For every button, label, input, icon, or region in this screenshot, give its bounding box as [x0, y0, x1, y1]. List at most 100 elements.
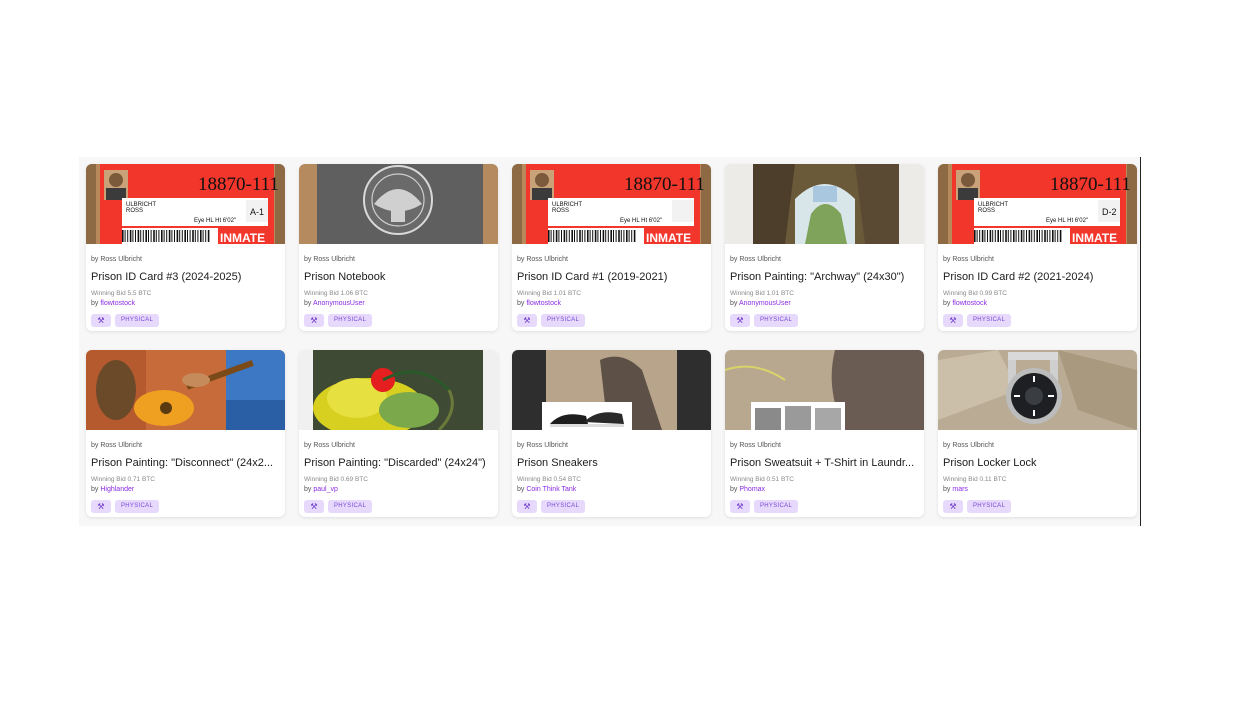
item-title[interactable]: Prison Sweatsuit + T-Shirt in Laundr...: [730, 456, 919, 470]
id-firstname: ROSS: [552, 208, 569, 214]
artist-name: by Ross Ulbricht: [91, 256, 142, 263]
item-title[interactable]: Prison ID Card #1 (2019-2021): [517, 270, 706, 284]
winning-bidder: by Highlander: [91, 485, 280, 494]
id-stamp: INMATE: [220, 231, 265, 244]
item-thumbnail[interactable]: [299, 350, 498, 430]
auction-card-5[interactable]: 18870-111 ULBRICHT ROSS Eye HL Ht 6'02" …: [938, 164, 1137, 331]
auction-card-10[interactable]: by Ross Ulbricht Prison Locker Lock Winn…: [938, 350, 1137, 517]
artist-name: by Ross Ulbricht: [943, 256, 994, 263]
physical-badge: PHYSICAL: [328, 500, 373, 513]
bidder-prefix: by: [730, 486, 738, 493]
item-title[interactable]: Prison Painting: "Disconnect" (24x2...: [91, 456, 280, 470]
physical-badge: PHYSICAL: [328, 314, 373, 327]
winning-bidder: by AnonymousUser: [730, 299, 919, 308]
winning-bid: Winning Bid 0.69 BTC: [304, 476, 368, 483]
physical-badge: PHYSICAL: [967, 314, 1012, 327]
physical-badge: PHYSICAL: [754, 314, 799, 327]
artist-name: by Ross Ulbricht: [517, 256, 568, 263]
id-firstname: ROSS: [978, 208, 995, 214]
winning-bidder: by AnonymousUser: [304, 299, 493, 308]
bidder-prefix: by: [730, 300, 738, 307]
id-code: D-2: [1102, 207, 1117, 217]
gavel-icon: ⚒: [730, 314, 750, 327]
physical-badge: PHYSICAL: [967, 500, 1012, 513]
bidder-prefix: by: [304, 486, 312, 493]
auction-card-9[interactable]: by Ross Ulbricht Prison Sweatsuit + T-Sh…: [725, 350, 924, 517]
id-firstname: ROSS: [126, 208, 143, 214]
item-thumbnail[interactable]: [86, 350, 285, 430]
bidder-prefix: by: [91, 300, 99, 307]
item-title[interactable]: Prison Painting: "Archway" (24x30"): [730, 270, 919, 284]
id-eye-height: Eye HL Ht 6'02": [1046, 218, 1088, 224]
id-code: A-1: [250, 207, 264, 217]
gavel-icon: ⚒: [91, 500, 111, 513]
item-title[interactable]: Prison Notebook: [304, 270, 493, 284]
bidder-prefix: by: [943, 300, 951, 307]
bidder-name-link[interactable]: Highlander: [100, 486, 134, 493]
bidder-prefix: by: [304, 300, 312, 307]
item-thumbnail[interactable]: [512, 350, 711, 430]
item-title[interactable]: Prison ID Card #3 (2024-2025): [91, 270, 280, 284]
gavel-icon: ⚒: [517, 314, 537, 327]
physical-badge: PHYSICAL: [115, 500, 160, 513]
item-thumbnail[interactable]: 18870-111 ULBRICHT ROSS Eye HL Ht 6'02" …: [86, 164, 285, 244]
bidder-name-link[interactable]: Phomax: [739, 486, 765, 493]
id-eye-height: Eye HL Ht 6'02": [194, 218, 236, 224]
id-number: 18870-111: [198, 174, 279, 195]
artist-name: by Ross Ulbricht: [304, 256, 355, 263]
item-title[interactable]: Prison Painting: "Discarded" (24x24"): [304, 456, 493, 470]
item-thumbnail[interactable]: 18870-111 ULBRICHT ROSS Eye HL Ht 6'02" …: [938, 164, 1137, 244]
gavel-icon: ⚒: [943, 314, 963, 327]
bidder-prefix: by: [517, 300, 525, 307]
auction-card-3[interactable]: 18870-111 ULBRICHT ROSS Eye HL Ht 6'02" …: [512, 164, 711, 331]
artist-name: by Ross Ulbricht: [730, 256, 781, 263]
item-title[interactable]: Prison Sneakers: [517, 456, 706, 470]
winning-bid: Winning Bid 0.54 BTC: [517, 476, 581, 483]
auction-card-7[interactable]: by Ross Ulbricht Prison Painting: "Disca…: [299, 350, 498, 517]
item-thumbnail[interactable]: [725, 350, 924, 430]
auction-card-1[interactable]: 18870-111 ULBRICHT ROSS Eye HL Ht 6'02" …: [86, 164, 285, 331]
winning-bidder: by flowtostock: [943, 299, 1132, 308]
winning-bid: Winning Bid 1.01 BTC: [517, 290, 581, 297]
bidder-prefix: by: [517, 486, 525, 493]
physical-badge: PHYSICAL: [541, 500, 586, 513]
item-thumbnail[interactable]: 18870-111 ULBRICHT ROSS Eye HL Ht 6'02" …: [512, 164, 711, 244]
winning-bidder: by mars: [943, 485, 1132, 494]
auction-card-6[interactable]: by Ross Ulbricht Prison Painting: "Disco…: [86, 350, 285, 517]
gavel-icon: ⚒: [943, 500, 963, 513]
bidder-name-link[interactable]: flowtostock: [526, 300, 561, 307]
winning-bidder: by Coin Think Tank: [517, 485, 706, 494]
id-stamp: INMATE: [1072, 231, 1117, 244]
id-number: 18870-111: [624, 174, 705, 195]
auction-grid: 18870-111 ULBRICHT ROSS Eye HL Ht 6'02" …: [86, 164, 1137, 517]
gavel-icon: ⚒: [91, 314, 111, 327]
item-thumbnail[interactable]: [299, 164, 498, 244]
bidder-name-link[interactable]: flowtostock: [952, 300, 987, 307]
winning-bidder: by flowtostock: [517, 299, 706, 308]
bidder-name-link[interactable]: AnonymousUser: [313, 300, 365, 307]
winning-bid: Winning Bid 0.71 BTC: [91, 476, 155, 483]
bidder-prefix: by: [91, 486, 99, 493]
item-thumbnail[interactable]: [938, 350, 1137, 430]
bidder-name-link[interactable]: mars: [952, 486, 968, 493]
bidder-name-link[interactable]: paul_vp: [313, 486, 338, 493]
item-thumbnail[interactable]: [725, 164, 924, 244]
winning-bid: Winning Bid 0.51 BTC: [730, 476, 794, 483]
id-number: 18870-111: [1050, 174, 1131, 195]
winning-bid: Winning Bid 0.11 BTC: [943, 476, 1007, 483]
artist-name: by Ross Ulbricht: [304, 442, 355, 449]
winning-bidder: by paul_vp: [304, 485, 493, 494]
item-title[interactable]: Prison Locker Lock: [943, 456, 1132, 470]
id-stamp: INMATE: [646, 231, 691, 244]
item-title[interactable]: Prison ID Card #2 (2021-2024): [943, 270, 1132, 284]
gavel-icon: ⚒: [730, 500, 750, 513]
auction-card-4[interactable]: by Ross Ulbricht Prison Painting: "Archw…: [725, 164, 924, 331]
bidder-name-link[interactable]: flowtostock: [100, 300, 135, 307]
bidder-name-link[interactable]: Coin Think Tank: [526, 486, 576, 493]
auction-card-8[interactable]: by Ross Ulbricht Prison Sneakers Winning…: [512, 350, 711, 517]
winning-bidder: by flowtostock: [91, 299, 280, 308]
physical-badge: PHYSICAL: [541, 314, 586, 327]
auction-card-2[interactable]: by Ross Ulbricht Prison Notebook Winning…: [299, 164, 498, 331]
bidder-prefix: by: [943, 486, 951, 493]
bidder-name-link[interactable]: AnonymousUser: [739, 300, 791, 307]
